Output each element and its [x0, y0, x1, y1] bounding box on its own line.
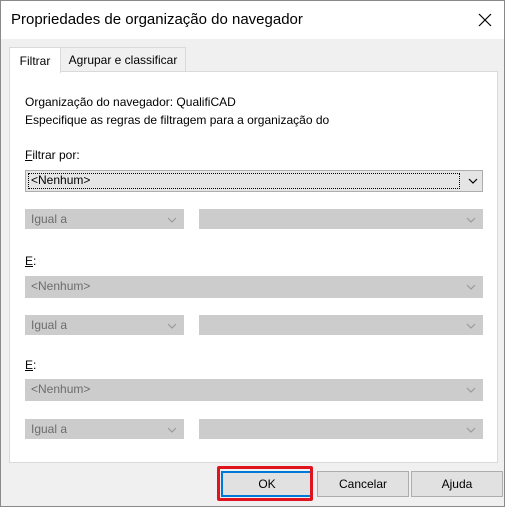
chevron-down-icon: [466, 217, 476, 223]
value-select-1[interactable]: [199, 209, 483, 229]
and-label-2-accel: E: [25, 358, 34, 372]
and-label-2: E:: [25, 358, 36, 372]
help-button-label: Ajuda: [441, 477, 473, 491]
chevron-down-icon: [167, 323, 177, 329]
filter-by-value: <Nenhum>: [31, 173, 91, 187]
field-select-2[interactable]: <Nenhum>: [25, 276, 483, 298]
cancel-button-label: Cancelar: [338, 477, 388, 491]
filter-panel: Organização do navegador: QualifiCAD Esp…: [9, 71, 498, 463]
value-select-2[interactable]: [199, 315, 483, 335]
window-title: Propriedades de organização do navegador: [11, 11, 303, 28]
cancel-button[interactable]: Cancelar: [317, 471, 409, 497]
tab-agrupar-e-classificar[interactable]: Agrupar e classificar: [60, 47, 186, 73]
chevron-down-icon: [468, 178, 478, 184]
chevron-down-icon: [466, 284, 476, 290]
operator-value-1: Igual a: [31, 212, 68, 226]
filter-by-label: Filtrar por:: [25, 148, 80, 162]
chevron-down-icon: [466, 387, 476, 393]
and-label-1: E:: [25, 254, 36, 268]
tab-filtrar[interactable]: Filtrar: [9, 47, 61, 73]
chevron-down-icon: [466, 427, 476, 433]
operator-select-2[interactable]: Igual a: [25, 315, 184, 335]
chevron-down-icon: [167, 217, 177, 223]
operator-select-3[interactable]: Igual a: [25, 419, 184, 439]
highlight-box: [217, 466, 313, 501]
tab-agrupar-label: Agrupar e classificar: [68, 53, 178, 67]
organization-label: Organização do navegador: QualifiCAD: [25, 95, 236, 109]
tab-filtrar-label: Filtrar: [19, 53, 51, 68]
operator-value-2: Igual a: [31, 318, 68, 332]
chevron-down-icon: [466, 323, 476, 329]
filter-by-rest: iltrar por:: [32, 148, 80, 162]
help-button[interactable]: Ajuda: [411, 471, 503, 497]
close-icon[interactable]: [470, 5, 500, 35]
operator-select-1[interactable]: Igual a: [25, 209, 184, 229]
dialog-window: Propriedades de organização do navegador…: [0, 0, 505, 507]
field-select-3[interactable]: <Nenhum>: [25, 379, 483, 401]
operator-value-3: Igual a: [31, 422, 68, 436]
filter-by-select[interactable]: <Nenhum>: [25, 170, 483, 192]
and-label-1-rest: :: [33, 254, 37, 268]
chevron-down-icon: [167, 427, 177, 433]
and-label-2-rest: :: [33, 358, 37, 372]
description-text: Especifique as regras de filtragem para …: [25, 113, 330, 127]
title-bar: Propriedades de organização do navegador: [1, 1, 504, 39]
field-value-2: <Nenhum>: [31, 279, 91, 293]
field-value-3: <Nenhum>: [31, 382, 91, 396]
and-label-1-accel: E: [25, 254, 34, 268]
value-select-3[interactable]: [199, 419, 483, 439]
focus-rect: [28, 173, 460, 189]
